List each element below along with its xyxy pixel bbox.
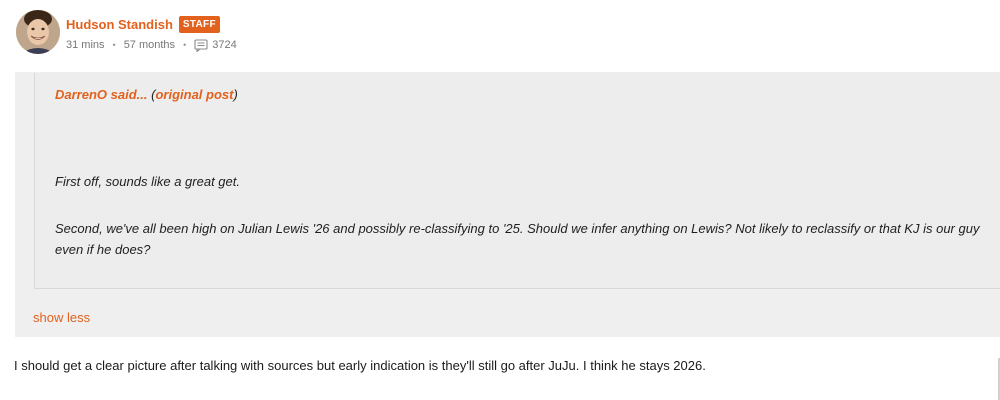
quote-container: DarrenO said... (original post) First of… (15, 72, 1000, 337)
quote-author-link[interactable]: DarrenO (55, 87, 107, 102)
quote-said-label: said... (110, 87, 148, 102)
show-less-toggle[interactable]: show less (33, 310, 90, 325)
separator-dot: • (183, 40, 187, 50)
quote-paragraph: First off, sounds like a great get. (55, 174, 240, 189)
staff-badge: STAFF (178, 15, 220, 33)
author-line: Hudson Standish STAFF (66, 14, 220, 34)
separator-dot: • (112, 40, 116, 50)
post-meta: 31 mins • 57 months • 3724 (66, 37, 237, 53)
author-name-link[interactable]: Hudson Standish (66, 17, 173, 32)
user-avatar[interactable] (16, 10, 60, 54)
post-count: 3724 (212, 39, 237, 51)
reply-body: I should get a clear picture after talki… (14, 358, 706, 373)
original-post-link[interactable]: original post (155, 87, 233, 102)
quote-close-paren: ) (233, 87, 238, 102)
time-ago: 31 mins (66, 39, 105, 51)
quote-attribution: DarrenO said... (original post) (55, 87, 238, 102)
post-header: Hudson Standish STAFF 31 mins • 57 month… (16, 10, 616, 66)
quote-block: DarrenO said... (original post) First of… (34, 73, 1000, 289)
quote-paragraph: Second, we've all been high on Julian Le… (55, 221, 980, 257)
avatar-image (16, 10, 60, 54)
comments-icon (194, 38, 208, 53)
membership-length: 57 months (123, 39, 176, 51)
